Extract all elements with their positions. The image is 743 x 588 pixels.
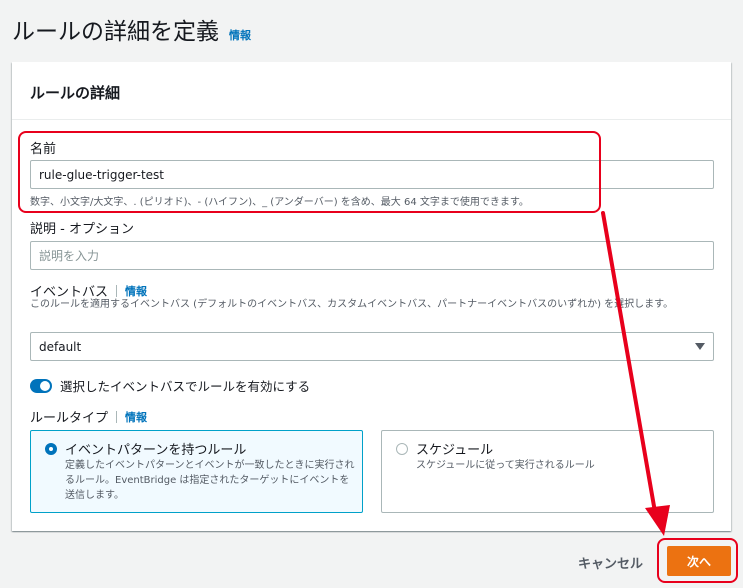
rule-type-info-link[interactable]: 情報 — [125, 409, 147, 425]
label-separator — [116, 284, 118, 297]
enable-rule-toggle-row: 選択したイベントバスでルールを有効にする — [30, 376, 310, 395]
rule-type-option-title: イベントパターンを持つルール — [65, 443, 247, 458]
description-input[interactable] — [30, 241, 714, 270]
rule-type-label-row: ルールタイプ 情報 — [30, 407, 147, 426]
cancel-button[interactable]: キャンセル — [578, 553, 643, 572]
page-title: ルールの詳細を定義 — [12, 19, 219, 45]
enable-rule-toggle[interactable] — [30, 378, 52, 393]
toggle-knob — [40, 380, 50, 391]
page-info-link[interactable]: 情報 — [229, 27, 251, 43]
panel-title: ルールの詳細 — [30, 84, 121, 102]
radio-selected-icon[interactable] — [45, 443, 57, 455]
rule-type-option-schedule[interactable]: スケジュール スケジュールに従って実行されるルール — [381, 430, 714, 513]
rule-type-label: ルールタイプ — [30, 411, 109, 426]
radio-unselected-icon[interactable] — [396, 443, 408, 455]
rule-type-option-description: 定義したイベントパターンとイベントが一致したときに実行されるルール。EventB… — [65, 460, 355, 501]
name-label: 名前 — [30, 142, 57, 157]
panel-header: ルールの詳細 — [12, 62, 731, 120]
page-title-row: ルールの詳細を定義 情報 — [12, 12, 251, 46]
rule-details-panel: ルールの詳細 名前 数字、小文字/大文字、. (ピリオド)、- (ハイフン)、_… — [12, 62, 731, 531]
event-bus-selected-value: default — [39, 339, 82, 354]
event-bus-select[interactable]: default — [30, 332, 714, 361]
enable-rule-toggle-label: 選択したイベントバスでルールを有効にする — [60, 379, 311, 394]
label-separator — [116, 410, 118, 423]
description-label: 説明 - オプション — [30, 222, 134, 237]
name-hint: 数字、小文字/大文字、. (ピリオド)、- (ハイフン)、_ (アンダーバー) … — [30, 197, 529, 208]
rule-type-option-event-pattern[interactable]: イベントパターンを持つルール 定義したイベントパターンとイベントが一致したときに… — [30, 430, 363, 513]
event-bus-hint: このルールを適用するイベントバス (デフォルトのイベントバス、カスタムイベントバ… — [30, 299, 674, 310]
event-bus-info-link[interactable]: 情報 — [125, 283, 147, 299]
rule-type-option-description: スケジュールに従って実行されるルール — [416, 460, 595, 471]
name-input[interactable] — [30, 160, 714, 189]
caret-down-icon — [695, 343, 705, 350]
next-button[interactable]: 次へ — [667, 546, 731, 576]
rule-type-option-title: スケジュール — [416, 443, 494, 458]
